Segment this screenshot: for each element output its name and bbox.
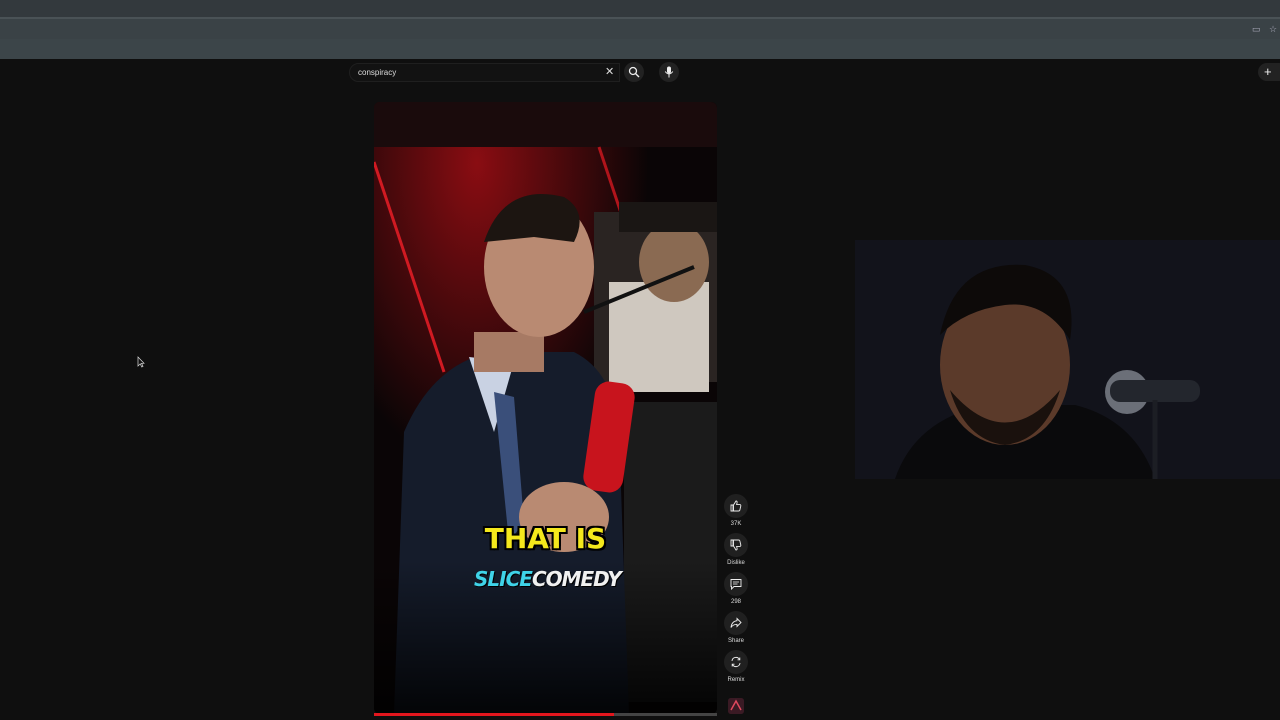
star-icon[interactable]: ☆ (1269, 24, 1277, 35)
thumbs-down-icon (730, 539, 742, 551)
video-player[interactable]: THAT IS (374, 102, 717, 714)
cursor-icon (137, 356, 145, 368)
create-button[interactable]: + (1258, 63, 1280, 81)
search-input[interactable]: conspiracy (349, 63, 620, 82)
sound-thumbnail[interactable] (728, 698, 744, 714)
like-count: 37K (730, 521, 742, 527)
comment-icon (730, 579, 742, 590)
video-frame (374, 102, 717, 714)
webcam-overlay (855, 240, 1280, 479)
video-progress-fill (374, 713, 615, 716)
browser-titlebar (0, 0, 1280, 17)
search-query: conspiracy (358, 68, 397, 77)
search-icon (628, 66, 640, 78)
remix-button[interactable] (724, 650, 748, 674)
microphone-icon (664, 66, 674, 78)
like-action[interactable]: 37K (723, 494, 749, 527)
comment-count: 298 (730, 599, 741, 605)
voice-search-button[interactable] (659, 62, 679, 82)
browser-bookmarks-bar (0, 39, 1280, 59)
watermark-part-a: SLICE (474, 567, 533, 591)
browser-address-bar[interactable] (0, 19, 1280, 39)
share-icon (730, 617, 742, 628)
channel-watermark: SLICECOMEDY (474, 567, 622, 591)
share-action[interactable]: Share (723, 611, 749, 644)
like-button[interactable] (724, 494, 748, 518)
dislike-action[interactable]: Dislike (723, 533, 749, 566)
share-label: Share (727, 638, 744, 644)
cast-icon[interactable]: ▭ (1252, 24, 1261, 35)
dislike-button[interactable] (724, 533, 748, 557)
comment-action[interactable]: 298 (723, 572, 749, 605)
remix-action[interactable]: Remix (723, 650, 749, 683)
thumbs-up-icon (730, 500, 742, 512)
close-icon[interactable]: ✕ (605, 65, 614, 78)
watermark-part-b: COMEDY (531, 567, 622, 591)
dislike-label: Dislike (727, 560, 745, 566)
comment-button[interactable] (724, 572, 748, 596)
remix-icon (731, 656, 741, 668)
video-caption: THAT IS (484, 522, 607, 555)
share-button[interactable] (724, 611, 748, 635)
plus-icon: + (1264, 64, 1272, 79)
webcam-feed (855, 240, 1280, 479)
remix-label: Remix (727, 677, 745, 683)
sound-art (728, 698, 744, 714)
search-button[interactable] (624, 62, 644, 82)
video-progress-bar[interactable] (374, 713, 717, 716)
